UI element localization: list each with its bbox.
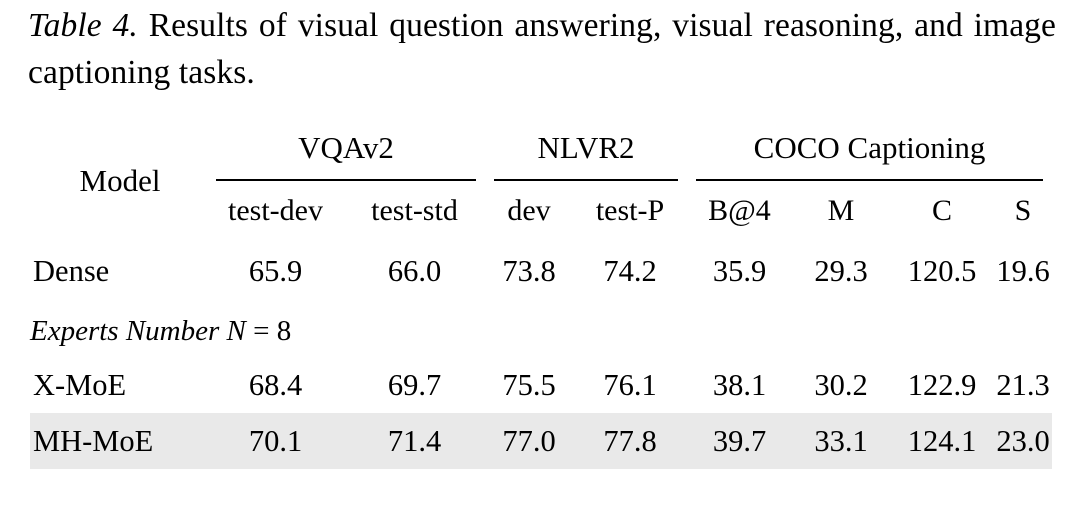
- table-row-highlighted: MH-MoE 70.1 71.4 77.0 77.8 39.7 33.1 124…: [30, 413, 1052, 469]
- cell-mhmoe-s: 23.0: [994, 413, 1052, 469]
- cell-xmoe-test-std: 69.7: [387, 367, 442, 402]
- table-section-header-experts: Experts Number N = 8: [30, 305, 1052, 357]
- cell-xmoe-c: 122.9: [907, 367, 977, 402]
- table-caption: Table 4. Results of visual question answ…: [28, 2, 1056, 96]
- cell-mhmoe-c: 124.1: [890, 413, 994, 469]
- section-label-equals: =: [245, 314, 277, 347]
- cell-mhmoe-dev: 77.0: [485, 413, 573, 469]
- cell-xmoe-dev: 75.5: [502, 367, 556, 402]
- column-header-s: S: [1014, 193, 1032, 227]
- column-header-test-std: test-std: [371, 193, 458, 227]
- cell-xmoe-test-p: 76.1: [603, 367, 657, 402]
- table-figure-page: Table 4. Results of visual question answ…: [0, 0, 1080, 509]
- row-label-dense: Dense: [33, 253, 110, 288]
- section-label-value: 8: [276, 314, 292, 347]
- table-caption-label: Table 4.: [28, 7, 138, 44]
- cell-mhmoe-m: 33.1: [792, 413, 890, 469]
- cell-dense-m: 29.3: [814, 253, 868, 288]
- cell-mhmoe-test-std: 71.4: [344, 413, 485, 469]
- column-header-c: C: [931, 193, 952, 227]
- cell-xmoe-b4: 38.1: [712, 367, 767, 402]
- section-label-prefix: Experts Number: [30, 314, 227, 347]
- table-group-header-row: Model VQAv2 NLVR2 COCO Captioning: [30, 124, 1052, 198]
- cell-dense-test-p: 74.2: [603, 253, 657, 288]
- table-caption-text: Results of visual question answering, vi…: [28, 7, 1056, 91]
- column-header-test-dev: test-dev: [228, 193, 323, 227]
- table-bottomrule: [30, 469, 1052, 476]
- cell-dense-c: 120.5: [907, 253, 977, 288]
- table-row: Dense 65.9 66.0 73.8 74.2 35.9 29.3 120.…: [30, 243, 1052, 299]
- cell-dense-dev: 73.8: [502, 253, 556, 288]
- cmidrule-nlvr2: [485, 172, 687, 184]
- cell-xmoe-m: 30.2: [814, 367, 868, 402]
- column-header-model: Model: [79, 162, 161, 198]
- cell-xmoe-s: 21.3: [996, 367, 1050, 402]
- cell-mhmoe-b4: 39.7: [687, 413, 792, 469]
- column-header-test-p: test-P: [595, 193, 665, 227]
- results-table-container: Model VQAv2 NLVR2 COCO Captioning test-d…: [30, 117, 1052, 476]
- cell-dense-s: 19.6: [996, 253, 1050, 288]
- column-header-m: M: [827, 193, 855, 227]
- column-header-dev: dev: [507, 193, 551, 227]
- section-label-variable: N: [226, 314, 246, 347]
- cell-dense-b4: 35.9: [712, 253, 767, 288]
- table-toprule: [30, 117, 1052, 124]
- cmidrule-vqav2: [207, 172, 485, 184]
- column-group-header-nlvr2: NLVR2: [537, 130, 635, 165]
- results-table: Model VQAv2 NLVR2 COCO Captioning test-d…: [30, 117, 1052, 476]
- row-label-x-moe: X-MoE: [33, 367, 127, 402]
- row-label-mh-moe: MH-MoE: [30, 413, 207, 469]
- column-header-b4: B@4: [708, 193, 771, 227]
- cell-dense-test-dev: 65.9: [248, 253, 303, 288]
- cell-xmoe-test-dev: 68.4: [248, 367, 303, 402]
- cell-mhmoe-test-dev: 70.1: [207, 413, 344, 469]
- cell-dense-test-std: 66.0: [387, 253, 442, 288]
- column-group-header-vqav2: VQAv2: [298, 130, 394, 165]
- cell-mhmoe-test-p: 77.8: [573, 413, 687, 469]
- table-row: X-MoE 68.4 69.7 75.5 76.1 38.1 30.2 122.…: [30, 357, 1052, 413]
- column-group-header-coco-captioning: COCO Captioning: [753, 130, 986, 165]
- cmidrule-coco: [687, 172, 1052, 184]
